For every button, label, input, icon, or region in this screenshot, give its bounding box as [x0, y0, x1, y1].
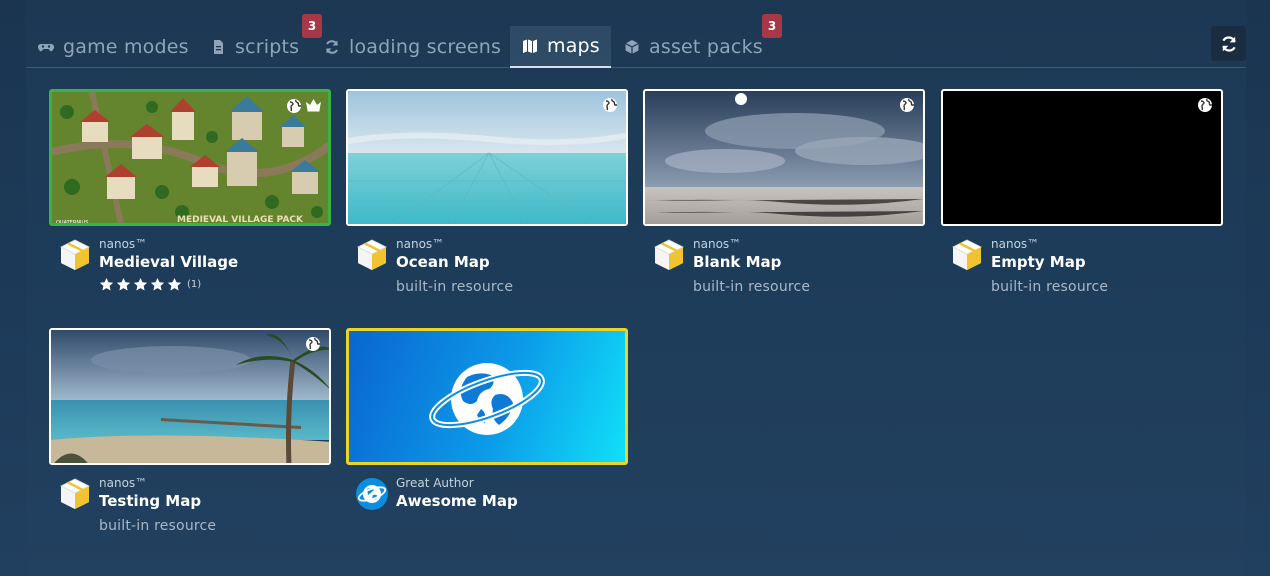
asset-packs-count-badge: 3 — [762, 14, 782, 38]
map-author: nanos™ — [991, 237, 1040, 251]
tab-maps[interactable]: maps — [510, 26, 611, 68]
thumb-caption: MEDIEVAL VILLAGE PACK — [177, 215, 304, 225]
map-thumbnail[interactable]: MEDIEVAL VILLAGE PACK QUATERNIUS — [49, 89, 331, 226]
map-title: Empty Map — [991, 253, 1086, 271]
globe-icon — [899, 97, 915, 113]
tab-label: loading screens — [349, 36, 502, 58]
tab-label: asset packs — [649, 36, 763, 58]
rating-count: (1) — [187, 279, 202, 290]
map-thumbnail[interactable] — [346, 328, 628, 465]
refresh-icon — [326, 40, 338, 54]
globe-icon — [1197, 97, 1213, 113]
map-subtitle: built-in resource — [991, 279, 1109, 295]
refresh-button[interactable] — [1211, 26, 1246, 61]
gamepad-icon — [38, 43, 54, 52]
star-icon — [167, 277, 182, 292]
crown-icon — [306, 99, 321, 112]
package-icon — [59, 478, 91, 510]
map-subtitle: built-in resource — [99, 518, 217, 534]
map-card-medieval-village[interactable]: MEDIEVAL VILLAGE PACK QUATERNIUS nanos™ … — [49, 89, 331, 299]
blank-map-image — [645, 91, 923, 224]
scripts-count-badge: 3 — [302, 14, 322, 38]
star-icon — [99, 277, 114, 292]
map-subtitle: built-in resource — [396, 279, 514, 295]
tab-label: maps — [547, 35, 600, 57]
package-icon — [653, 239, 685, 271]
map-title: Awesome Map — [396, 492, 518, 510]
map-title: Ocean Map — [396, 253, 490, 271]
tab-label: scripts — [235, 36, 300, 58]
map-card-awesome-map[interactable]: Great Author Awesome Map — [346, 328, 628, 538]
thumb-credit: QUATERNIUS — [56, 220, 88, 226]
map-author: nanos™ — [99, 476, 148, 490]
map-thumbnail[interactable] — [346, 89, 628, 226]
map-author: nanos™ — [693, 237, 742, 251]
map-card-testing-map[interactable]: nanos™ Testing Map built-in resource — [49, 328, 331, 538]
tab-label: game modes — [63, 36, 189, 58]
rating-stars: (1) — [99, 277, 201, 292]
map-author: nanos™ — [99, 237, 148, 251]
map-thumbnail[interactable] — [49, 328, 331, 465]
map-subtitle: built-in resource — [693, 279, 811, 295]
tab-bar: game modes scripts 3 loading screens map… — [26, 14, 1246, 68]
map-meta: nanos™ Testing Map built-in resource — [57, 476, 327, 536]
globe-icon — [602, 97, 618, 113]
map-title: Blank Map — [693, 253, 782, 271]
package-icon — [356, 239, 388, 271]
tab-game-modes[interactable]: game modes — [38, 26, 189, 68]
map-meta: nanos™ Medieval Village (1) — [57, 237, 327, 297]
file-icon — [214, 40, 223, 54]
map-title: Medieval Village — [99, 253, 239, 271]
map-author: Great Author — [396, 476, 474, 490]
refresh-icon — [1221, 35, 1236, 52]
tab-asset-packs[interactable]: asset packs — [624, 26, 763, 68]
map-card-ocean-map[interactable]: nanos™ Ocean Map built-in resource — [346, 89, 628, 299]
star-icon — [116, 277, 131, 292]
map-card-empty-map[interactable]: nanos™ Empty Map built-in resource — [941, 89, 1223, 299]
author-avatar-icon — [356, 478, 388, 510]
ocean-image — [348, 91, 626, 224]
map-thumbnail[interactable] — [941, 89, 1223, 226]
map-icon — [523, 39, 537, 53]
map-card-blank-map[interactable]: nanos™ Blank Map built-in resource — [643, 89, 925, 299]
map-meta: Great Author Awesome Map — [354, 476, 624, 536]
cube-icon — [625, 40, 639, 54]
package-icon — [59, 239, 91, 271]
star-icon — [133, 277, 148, 292]
map-meta: nanos™ Empty Map built-in resource — [949, 237, 1219, 297]
map-author: nanos™ — [396, 237, 445, 251]
star-icon — [150, 277, 165, 292]
nanos-world-logo — [429, 363, 545, 435]
testing-map-image — [51, 330, 329, 463]
globe-icon — [305, 336, 321, 352]
globe-icon — [286, 98, 302, 114]
tab-scripts[interactable]: scripts — [210, 26, 299, 68]
map-thumbnail[interactable] — [643, 89, 925, 226]
tab-loading-screens[interactable]: loading screens — [324, 26, 501, 68]
map-title: Testing Map — [99, 492, 202, 510]
map-meta: nanos™ Ocean Map built-in resource — [354, 237, 624, 297]
package-icon — [951, 239, 983, 271]
map-meta: nanos™ Blank Map built-in resource — [651, 237, 921, 297]
